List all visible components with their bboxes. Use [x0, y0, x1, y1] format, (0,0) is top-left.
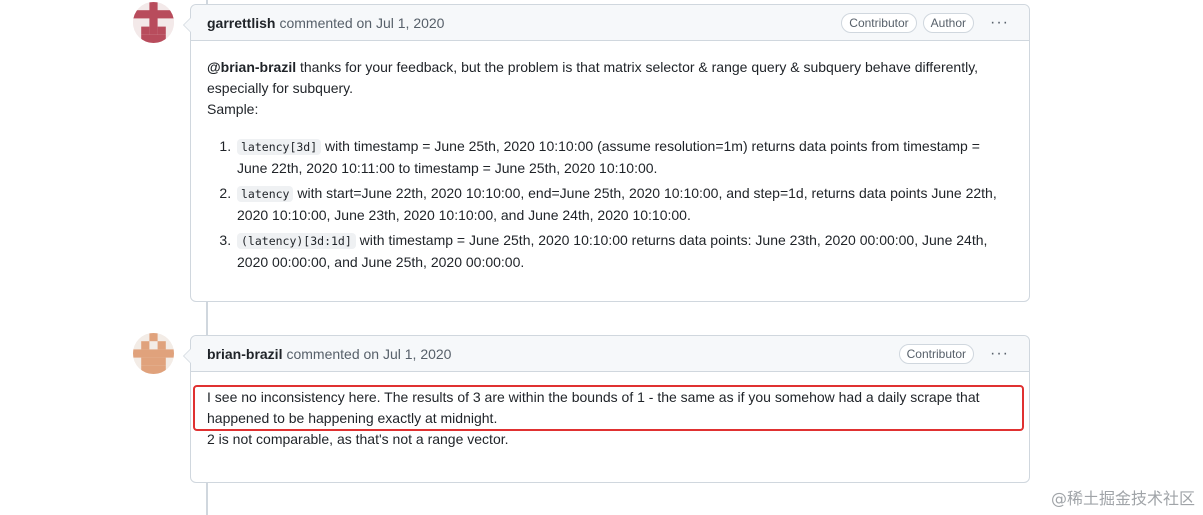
comment-body: I see no inconsistency here. The results…: [191, 372, 1029, 460]
comment-header: brian-brazil commented on Jul 1, 2020 Co…: [191, 336, 1029, 372]
identicon-avatar-icon: [133, 333, 174, 374]
kebab-menu-icon[interactable]: ···: [986, 345, 1013, 362]
contributor-badge: Contributor: [841, 12, 917, 33]
list-item: latency with start=June 22th, 2020 10:10…: [235, 183, 1013, 226]
list-item-text: with start=June 22th, 2020 10:10:00, end…: [237, 185, 997, 223]
comment-line-1: I see no inconsistency here. The results…: [207, 389, 980, 426]
inline-code: (latency)[3d:1d]: [237, 233, 356, 249]
author-badge: Author: [922, 12, 975, 33]
kebab-menu-icon[interactable]: ···: [986, 14, 1013, 31]
comment-intro: @brian-brazil thanks for your feedback, …: [207, 57, 1013, 99]
avatar-garrettlish[interactable]: [133, 2, 174, 43]
comment-header: garrettlish commented on Jul 1, 2020 Con…: [191, 5, 1029, 41]
sample-list: latency[3d] with timestamp = June 25th, …: [207, 136, 1013, 273]
comment-timestamp[interactable]: commented on Jul 1, 2020: [286, 346, 451, 362]
comment-author[interactable]: brian-brazil: [207, 346, 282, 362]
comment-badges: Contributor Author ···: [841, 12, 1013, 33]
avatar-brian-brazil[interactable]: [133, 333, 174, 374]
sample-label: Sample:: [207, 101, 259, 117]
watermark: @稀土掘金技术社区: [1050, 489, 1195, 508]
list-item: (latency)[3d:1d] with timestamp = June 2…: [235, 230, 1013, 273]
intro-text: thanks for your feedback, but the proble…: [207, 59, 979, 96]
list-item: latency[3d] with timestamp = June 25th, …: [235, 136, 1013, 179]
issue-timeline: garrettlish commented on Jul 1, 2020 Con…: [0, 0, 1203, 515]
comment-timestamp[interactable]: commented on Jul 1, 2020: [279, 15, 444, 31]
identicon-avatar-icon: [133, 2, 174, 43]
comment-garrettlish: garrettlish commented on Jul 1, 2020 Con…: [183, 4, 1030, 302]
user-mention[interactable]: @brian-brazil: [207, 59, 296, 75]
list-item-text: with timestamp = June 25th, 2020 10:10:0…: [237, 138, 980, 176]
contributor-badge: Contributor: [898, 343, 975, 364]
inline-code: latency: [237, 186, 294, 202]
comment-line-2: 2 is not comparable, as that's not a ran…: [207, 431, 509, 447]
comment-author[interactable]: garrettlish: [207, 15, 275, 31]
inline-code: latency[3d]: [237, 139, 322, 155]
comment-badges: Contributor ···: [898, 343, 1013, 364]
comment-brian-brazil: brian-brazil commented on Jul 1, 2020 Co…: [183, 335, 1030, 483]
comment-body: @brian-brazil thanks for your feedback, …: [191, 41, 1029, 287]
